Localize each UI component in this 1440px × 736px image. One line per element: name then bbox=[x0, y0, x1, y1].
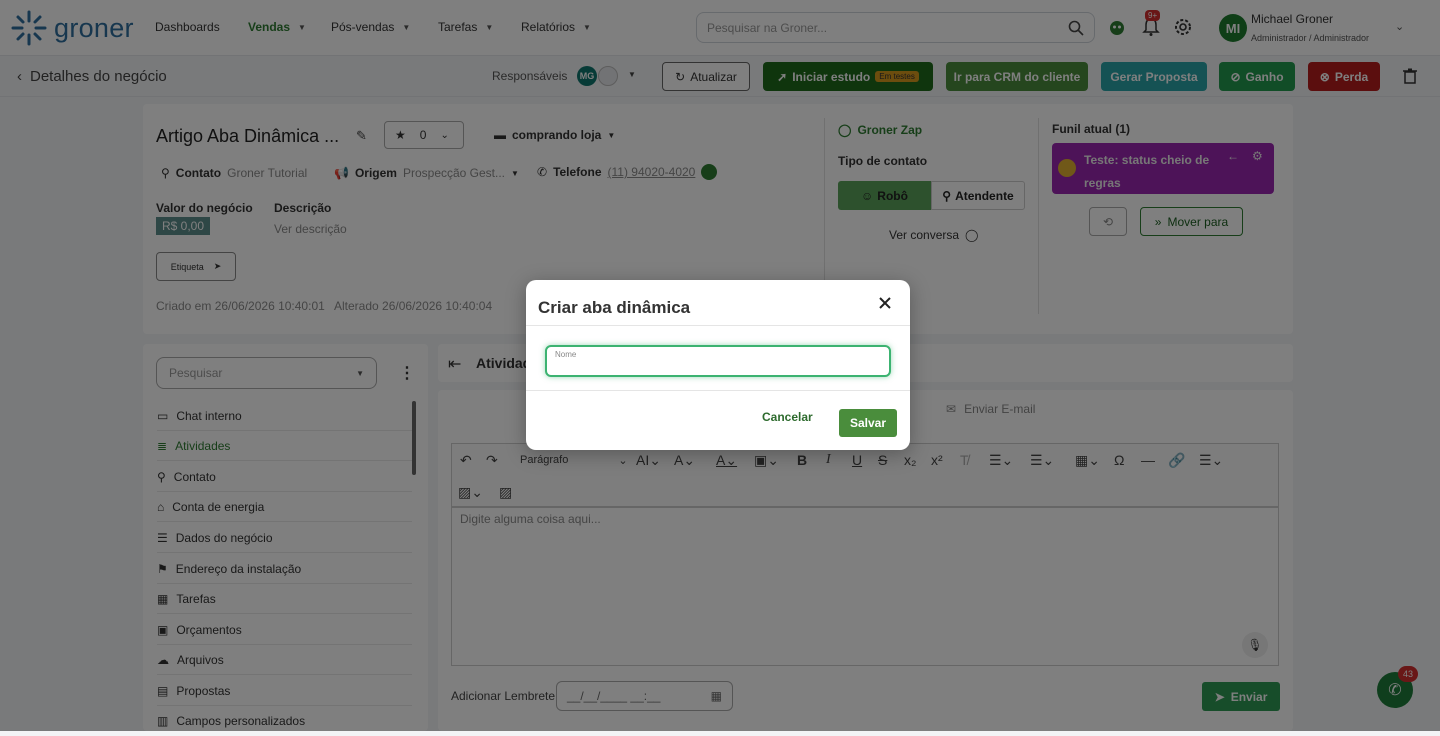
nome-field-label: Nome bbox=[555, 350, 577, 359]
dialog-title: Criar aba dinâmica bbox=[538, 298, 691, 317]
close-icon[interactable] bbox=[878, 296, 892, 310]
nome-input[interactable]: Nome bbox=[545, 345, 891, 377]
save-button[interactable]: Salvar bbox=[839, 409, 897, 437]
divider bbox=[526, 325, 910, 326]
divider bbox=[526, 390, 910, 391]
criar-aba-dialog: Criar aba dinâmica Nome Cancelar Salvar bbox=[526, 280, 910, 450]
cancel-button[interactable]: Cancelar bbox=[762, 410, 813, 424]
